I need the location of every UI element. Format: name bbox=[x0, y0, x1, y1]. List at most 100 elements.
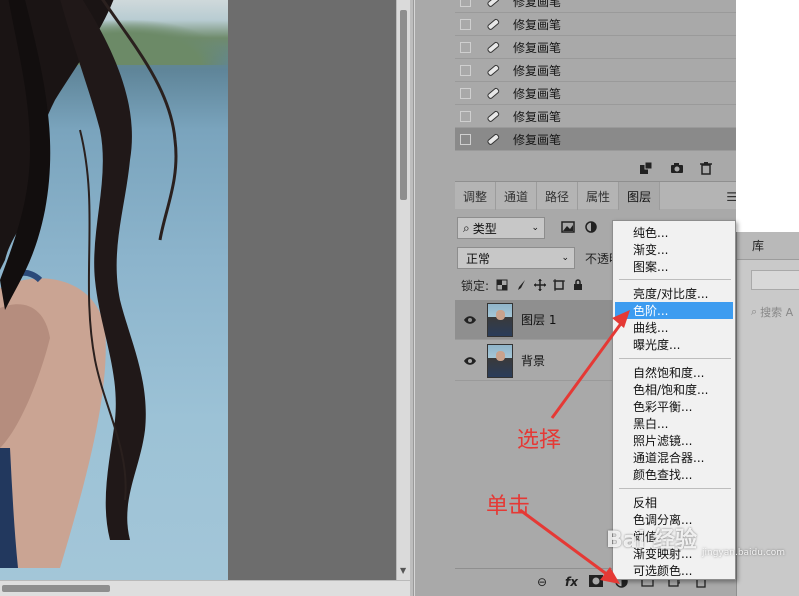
history-panel: 修复画笔 修复画笔 修复画笔 修复画笔 修复画笔 修复画笔 修复画笔 bbox=[455, 0, 737, 155]
history-checkbox[interactable] bbox=[460, 41, 471, 53]
photoshop-window: ▼ 修复画笔 修复画笔 修复画笔 修复画笔 修复画笔 修复画笔 修复画笔 调整 … bbox=[0, 0, 799, 596]
healing-brush-icon bbox=[485, 62, 501, 78]
history-item-label: 修复画笔 bbox=[513, 109, 562, 124]
new-document-from-state-icon[interactable] bbox=[639, 161, 653, 175]
lock-transparent-pixels-icon[interactable] bbox=[496, 279, 508, 291]
panel-tabs: 调整 通道 路径 属性 图层 ☰ bbox=[455, 181, 745, 210]
watermark-url: jingyan.baidu.com bbox=[702, 548, 786, 558]
canvas-background bbox=[228, 0, 396, 580]
history-checkbox[interactable] bbox=[460, 0, 471, 7]
lock-label: 锁定: bbox=[461, 278, 490, 293]
history-item[interactable]: 修复画笔 bbox=[455, 0, 737, 13]
layer-name: 图层 1 bbox=[521, 313, 557, 327]
menu-separator bbox=[619, 488, 731, 489]
watermark: Bai 经验 jingyan.baidu.com bbox=[606, 522, 785, 558]
history-item-label: 修复画笔 bbox=[513, 63, 562, 78]
menu-item-brightness-contrast[interactable]: 亮度/对比度... bbox=[615, 285, 733, 302]
menu-item-exposure[interactable]: 曝光度... bbox=[615, 336, 733, 353]
menu-item-gradient[interactable]: 渐变... bbox=[615, 241, 733, 258]
annotation-select-text: 选择 bbox=[517, 428, 562, 453]
history-item-label: 修复画笔 bbox=[513, 17, 562, 32]
library-search-input[interactable]: ⌕ 搜索 A bbox=[751, 302, 799, 322]
menu-item-photo-filter[interactable]: 照片滤镜... bbox=[615, 432, 733, 449]
menu-item-curves[interactable]: 曲线... bbox=[615, 319, 733, 336]
link-layers-icon[interactable]: ⊖ bbox=[537, 575, 547, 589]
eye-icon[interactable] bbox=[463, 356, 477, 366]
healing-brush-icon bbox=[485, 39, 501, 55]
library-panel: 库 ⌕ 搜索 A bbox=[736, 232, 799, 596]
healing-brush-icon bbox=[485, 16, 501, 32]
search-icon: ⌕ bbox=[463, 220, 470, 235]
library-search-placeholder: 搜索 A bbox=[760, 306, 794, 319]
photo-hair bbox=[0, 0, 178, 540]
blend-mode-value: 正常 bbox=[466, 251, 491, 266]
menu-item-color-lookup[interactable]: 颜色查找... bbox=[615, 466, 733, 483]
chevron-down-icon: ⌄ bbox=[561, 253, 569, 263]
lock-image-pixels-icon[interactable] bbox=[515, 279, 527, 291]
menu-item-levels[interactable]: 色阶... bbox=[615, 302, 733, 319]
history-item[interactable]: 修复画笔 bbox=[455, 59, 737, 82]
fx-icon[interactable]: fx bbox=[565, 575, 578, 589]
eye-icon[interactable] bbox=[463, 315, 477, 325]
lock-all-icon[interactable] bbox=[572, 279, 584, 291]
healing-brush-icon bbox=[485, 131, 501, 147]
document-canvas[interactable] bbox=[0, 0, 228, 580]
scrollbar-thumb[interactable] bbox=[2, 585, 110, 592]
menu-item-invert[interactable]: 反相 bbox=[615, 494, 733, 511]
layer-filter-select[interactable]: ⌕ 类型 ⌄ bbox=[457, 217, 545, 239]
tab-paths[interactable]: 路径 bbox=[537, 182, 579, 210]
library-tab-label: 库 bbox=[752, 238, 765, 253]
menu-item-vibrance[interactable]: 自然饱和度... bbox=[615, 364, 733, 381]
blend-mode-select[interactable]: 正常 ⌄ bbox=[457, 247, 575, 269]
history-item-label: 修复画笔 bbox=[513, 40, 562, 55]
tab-channels[interactable]: 通道 bbox=[496, 182, 538, 210]
search-icon: ⌕ bbox=[751, 305, 758, 318]
history-checkbox[interactable] bbox=[460, 133, 471, 145]
history-checkbox[interactable] bbox=[460, 64, 471, 76]
canvas-horizontal-scrollbar[interactable] bbox=[0, 580, 410, 596]
scroll-down-icon[interactable]: ▼ bbox=[400, 566, 406, 575]
layer-filter-value: 类型 bbox=[472, 221, 497, 236]
camera-icon[interactable] bbox=[670, 161, 684, 175]
chevron-down-icon: ⌄ bbox=[531, 223, 539, 233]
menu-item-color-balance[interactable]: 色彩平衡... bbox=[615, 398, 733, 415]
panel-divider[interactable] bbox=[410, 0, 414, 596]
tab-layers[interactable]: 图层 bbox=[619, 182, 661, 210]
healing-brush-icon bbox=[485, 108, 501, 124]
lock-artboard-icon[interactable] bbox=[553, 279, 566, 291]
layer-name: 背景 bbox=[521, 354, 546, 368]
history-toolbar bbox=[455, 155, 745, 181]
menu-item-channel-mixer[interactable]: 通道混合器... bbox=[615, 449, 733, 466]
menu-separator bbox=[619, 279, 731, 280]
history-item[interactable]: 修复画笔 bbox=[455, 36, 737, 59]
trash-icon[interactable] bbox=[699, 161, 713, 175]
menu-item-black-white[interactable]: 黑白... bbox=[615, 415, 733, 432]
history-checkbox[interactable] bbox=[460, 87, 471, 99]
history-item-current[interactable]: 修复画笔 bbox=[455, 128, 737, 151]
menu-item-selective-color[interactable]: 可选颜色... bbox=[615, 562, 733, 579]
library-select[interactable] bbox=[751, 270, 799, 290]
layer-thumbnail bbox=[487, 302, 513, 337]
history-item-label: 修复画笔 bbox=[513, 86, 562, 101]
history-item[interactable]: 修复画笔 bbox=[455, 13, 737, 36]
watermark-text: Bai 经验 bbox=[606, 528, 697, 553]
image-filter-icon[interactable] bbox=[561, 221, 575, 233]
add-mask-icon[interactable] bbox=[589, 575, 603, 587]
layer-thumbnail bbox=[487, 343, 513, 378]
canvas-vertical-scrollbar[interactable]: ▼ bbox=[396, 0, 410, 580]
tab-properties[interactable]: 属性 bbox=[578, 182, 620, 210]
history-checkbox[interactable] bbox=[460, 18, 471, 30]
history-item[interactable]: 修复画笔 bbox=[455, 82, 737, 105]
tab-adjustments[interactable]: 调整 bbox=[455, 182, 497, 210]
menu-item-hue-saturation[interactable]: 色相/饱和度... bbox=[615, 381, 733, 398]
scrollbar-thumb[interactable] bbox=[400, 10, 407, 200]
adjustment-filter-icon[interactable] bbox=[585, 221, 597, 233]
lock-position-icon[interactable] bbox=[534, 279, 547, 291]
annotation-click-text: 单击 bbox=[486, 494, 531, 519]
history-checkbox[interactable] bbox=[460, 110, 471, 122]
menu-separator bbox=[619, 358, 731, 359]
menu-item-pattern[interactable]: 图案... bbox=[615, 258, 733, 275]
history-item[interactable]: 修复画笔 bbox=[455, 105, 737, 128]
menu-item-solid-color[interactable]: 纯色... bbox=[615, 224, 733, 241]
tab-library[interactable]: 库 bbox=[737, 232, 799, 260]
